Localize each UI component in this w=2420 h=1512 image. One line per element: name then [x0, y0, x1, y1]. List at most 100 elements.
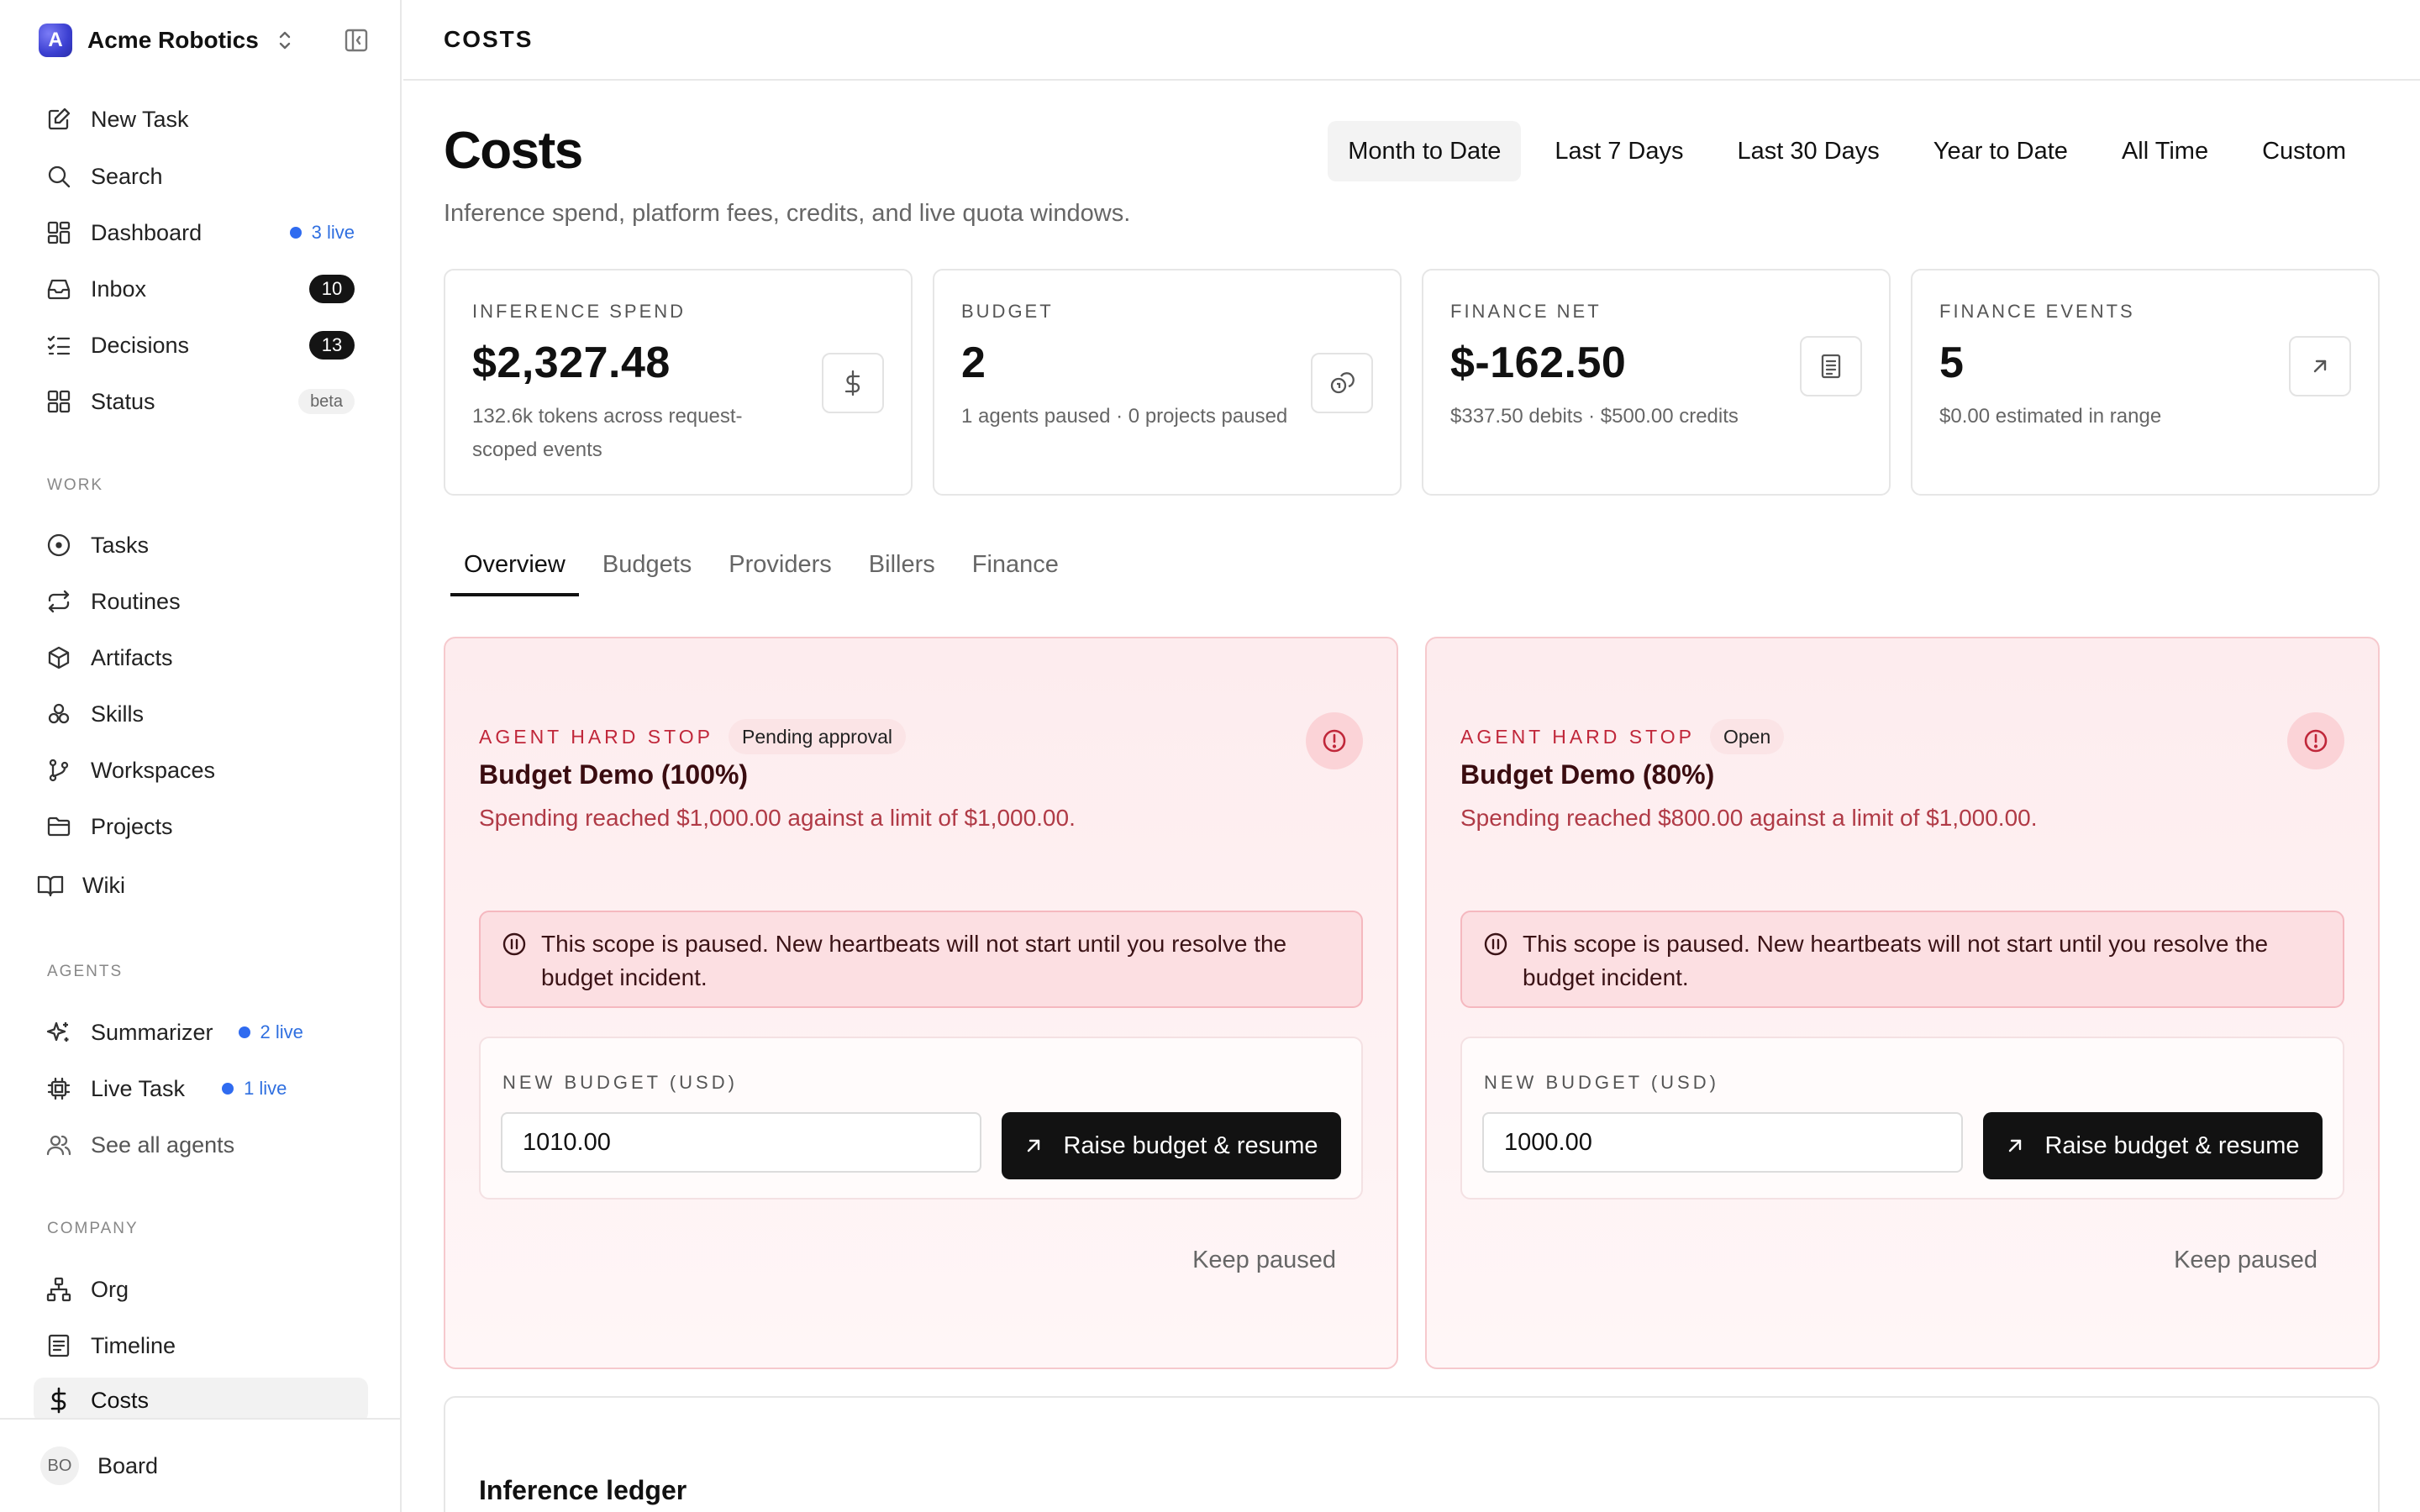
keep-paused-button[interactable]: Keep paused — [2174, 1247, 2317, 1274]
live-count: 2 live — [260, 1021, 303, 1042]
metric-subtext: $0.00 estimated in range — [1939, 405, 2162, 428]
nav-label: Decisions — [91, 332, 190, 358]
nav-agent-summarizer[interactable]: Summarizer 2 live — [34, 1010, 368, 1055]
tab-billers[interactable]: Billers — [855, 541, 949, 596]
users-icon — [45, 1131, 72, 1158]
nav-label: Search — [91, 163, 163, 189]
tab-budgets[interactable]: Budgets — [589, 541, 705, 596]
nav-inbox[interactable]: Inbox 10 — [34, 266, 368, 312]
nav-new-task[interactable]: New Task — [34, 97, 368, 142]
nav-search[interactable]: Search — [34, 154, 368, 199]
chevron-up-down-icon[interactable] — [274, 25, 296, 55]
nav-label: Wiki — [82, 872, 125, 898]
incident-title: Budget Demo (100%) — [479, 759, 749, 790]
nav-skills[interactable]: Skills — [34, 691, 368, 737]
status-badge: Pending approval — [728, 719, 907, 754]
tab-finance[interactable]: Finance — [959, 541, 1072, 596]
nav-projects[interactable]: Projects — [34, 804, 368, 849]
tab-providers[interactable]: Providers — [715, 541, 845, 596]
workspaces-icon — [45, 757, 72, 784]
pause-circle-icon — [501, 931, 528, 958]
alert-circle-icon — [1306, 712, 1363, 769]
metric-card-inference-spend: INFERENCE SPEND $2,327.48 132.6k tokens … — [444, 269, 913, 496]
ledger-title: Inference ledger — [479, 1475, 687, 1505]
incident-kicker: AGENT HARD STOP Open — [1460, 719, 1785, 754]
metric-card-finance-net: FINANCE NET $-162.50 $337.50 debits · $5… — [1422, 269, 1891, 496]
inbox-count-badge: 10 — [309, 275, 355, 303]
raise-budget-button[interactable]: Raise budget & resume — [1002, 1112, 1341, 1179]
breadcrumb: COSTS — [444, 26, 534, 52]
paused-notice: This scope is paused. New heartbeats wil… — [1460, 911, 2344, 1008]
section-label-work: WORK — [47, 476, 104, 494]
metric-label: BUDGET — [961, 301, 1054, 322]
receipt-icon — [1800, 336, 1862, 396]
routines-icon — [45, 588, 72, 615]
budget-incident-card: AGENT HARD STOP Open Budget Demo (80%) S… — [1425, 637, 2380, 1369]
page-subtitle: Inference spend, platform fees, credits,… — [444, 200, 1131, 227]
new-budget-form: NEW BUDGET (USD) Raise budget & resume — [479, 1037, 1363, 1200]
range-custom[interactable]: Custom — [2242, 121, 2366, 181]
sidebar-footer[interactable]: BO Board — [0, 1418, 400, 1512]
keep-paused-button[interactable]: Keep paused — [1192, 1247, 1336, 1274]
live-count: 3 live — [311, 222, 355, 243]
nav-routines[interactable]: Routines — [34, 579, 368, 624]
incident-title: Budget Demo (80%) — [1460, 759, 1715, 790]
paused-notice-text: This scope is paused. New heartbeats wil… — [541, 931, 1287, 990]
nav-agent-live-task[interactable]: Live Task 1 live — [34, 1066, 368, 1111]
top-bar: COSTS — [403, 0, 2420, 81]
metric-subtext: $337.50 debits · $500.00 credits — [1450, 405, 1739, 428]
new-budget-input[interactable] — [1482, 1112, 1963, 1173]
metric-card-budget: BUDGET 2 1 agents paused · 0 projects pa… — [933, 269, 1402, 496]
nav-wiki[interactable]: Wiki — [25, 863, 360, 908]
nav-see-all-agents[interactable]: See all agents — [34, 1122, 368, 1168]
range-year-to-date[interactable]: Year to Date — [1913, 121, 2088, 181]
avatar: BO — [40, 1446, 79, 1485]
raise-budget-label: Raise budget & resume — [2044, 1131, 2300, 1159]
nav-timeline[interactable]: Timeline — [34, 1323, 368, 1368]
nav-status[interactable]: Status beta — [34, 379, 368, 424]
search-icon — [45, 163, 72, 190]
metric-subtext: 132.6k tokens across request-scoped even… — [472, 405, 743, 461]
range-last-30-days[interactable]: Last 30 Days — [1718, 121, 1900, 181]
live-dot-icon — [238, 1026, 250, 1038]
raise-budget-button[interactable]: Raise budget & resume — [1983, 1112, 2323, 1179]
live-indicator: 3 live — [289, 222, 355, 244]
new-budget-input[interactable] — [501, 1112, 981, 1173]
nav-artifacts[interactable]: Artifacts — [34, 635, 368, 680]
nav-label: Projects — [91, 813, 173, 839]
nav-org[interactable]: Org — [34, 1267, 368, 1312]
section-label-agents: AGENTS — [47, 963, 124, 980]
sparkle-icon — [45, 1019, 72, 1046]
footer-user-name: Board — [97, 1452, 159, 1478]
nav-label: Summarizer — [91, 1019, 213, 1045]
collapse-sidebar-icon[interactable] — [341, 25, 371, 55]
metric-label: INFERENCE SPEND — [472, 301, 687, 322]
metric-label: FINANCE NET — [1450, 301, 1602, 322]
org-switcher[interactable]: A Acme Robotics — [39, 22, 371, 59]
nav-costs[interactable]: Costs — [34, 1378, 368, 1423]
nav-dashboard[interactable]: Dashboard 3 live — [34, 210, 368, 255]
section-label-company: COMPANY — [47, 1220, 139, 1237]
skills-icon — [45, 701, 72, 727]
incident-description: Spending reached $1,000.00 against a lim… — [479, 805, 1076, 831]
nav-workspaces[interactable]: Workspaces — [34, 748, 368, 793]
range-last-7-days[interactable]: Last 7 Days — [1534, 121, 1703, 181]
status-icon — [45, 388, 72, 415]
paused-notice-text: This scope is paused. New heartbeats wil… — [1523, 931, 2269, 990]
cost-tabs: Overview Budgets Providers Billers Finan… — [450, 541, 1082, 596]
tab-overview[interactable]: Overview — [450, 541, 579, 596]
nav-decisions[interactable]: Decisions 13 — [34, 323, 368, 368]
paused-notice: This scope is paused. New heartbeats wil… — [479, 911, 1363, 1008]
nav-tasks[interactable]: Tasks — [34, 522, 368, 568]
nav-label: Artifacts — [91, 644, 173, 670]
range-all-time[interactable]: All Time — [2102, 121, 2228, 181]
range-month-to-date[interactable]: Month to Date — [1328, 121, 1522, 181]
tasks-icon — [45, 532, 72, 559]
nav-label: Org — [91, 1276, 129, 1302]
live-dot-icon — [222, 1083, 234, 1095]
beta-badge: beta — [298, 389, 355, 414]
arrow-up-right-icon — [2289, 336, 2351, 396]
budget-incident-card: AGENT HARD STOP Pending approval Budget … — [444, 637, 1398, 1369]
coins-icon — [1311, 353, 1373, 413]
chip-icon — [45, 1075, 72, 1102]
